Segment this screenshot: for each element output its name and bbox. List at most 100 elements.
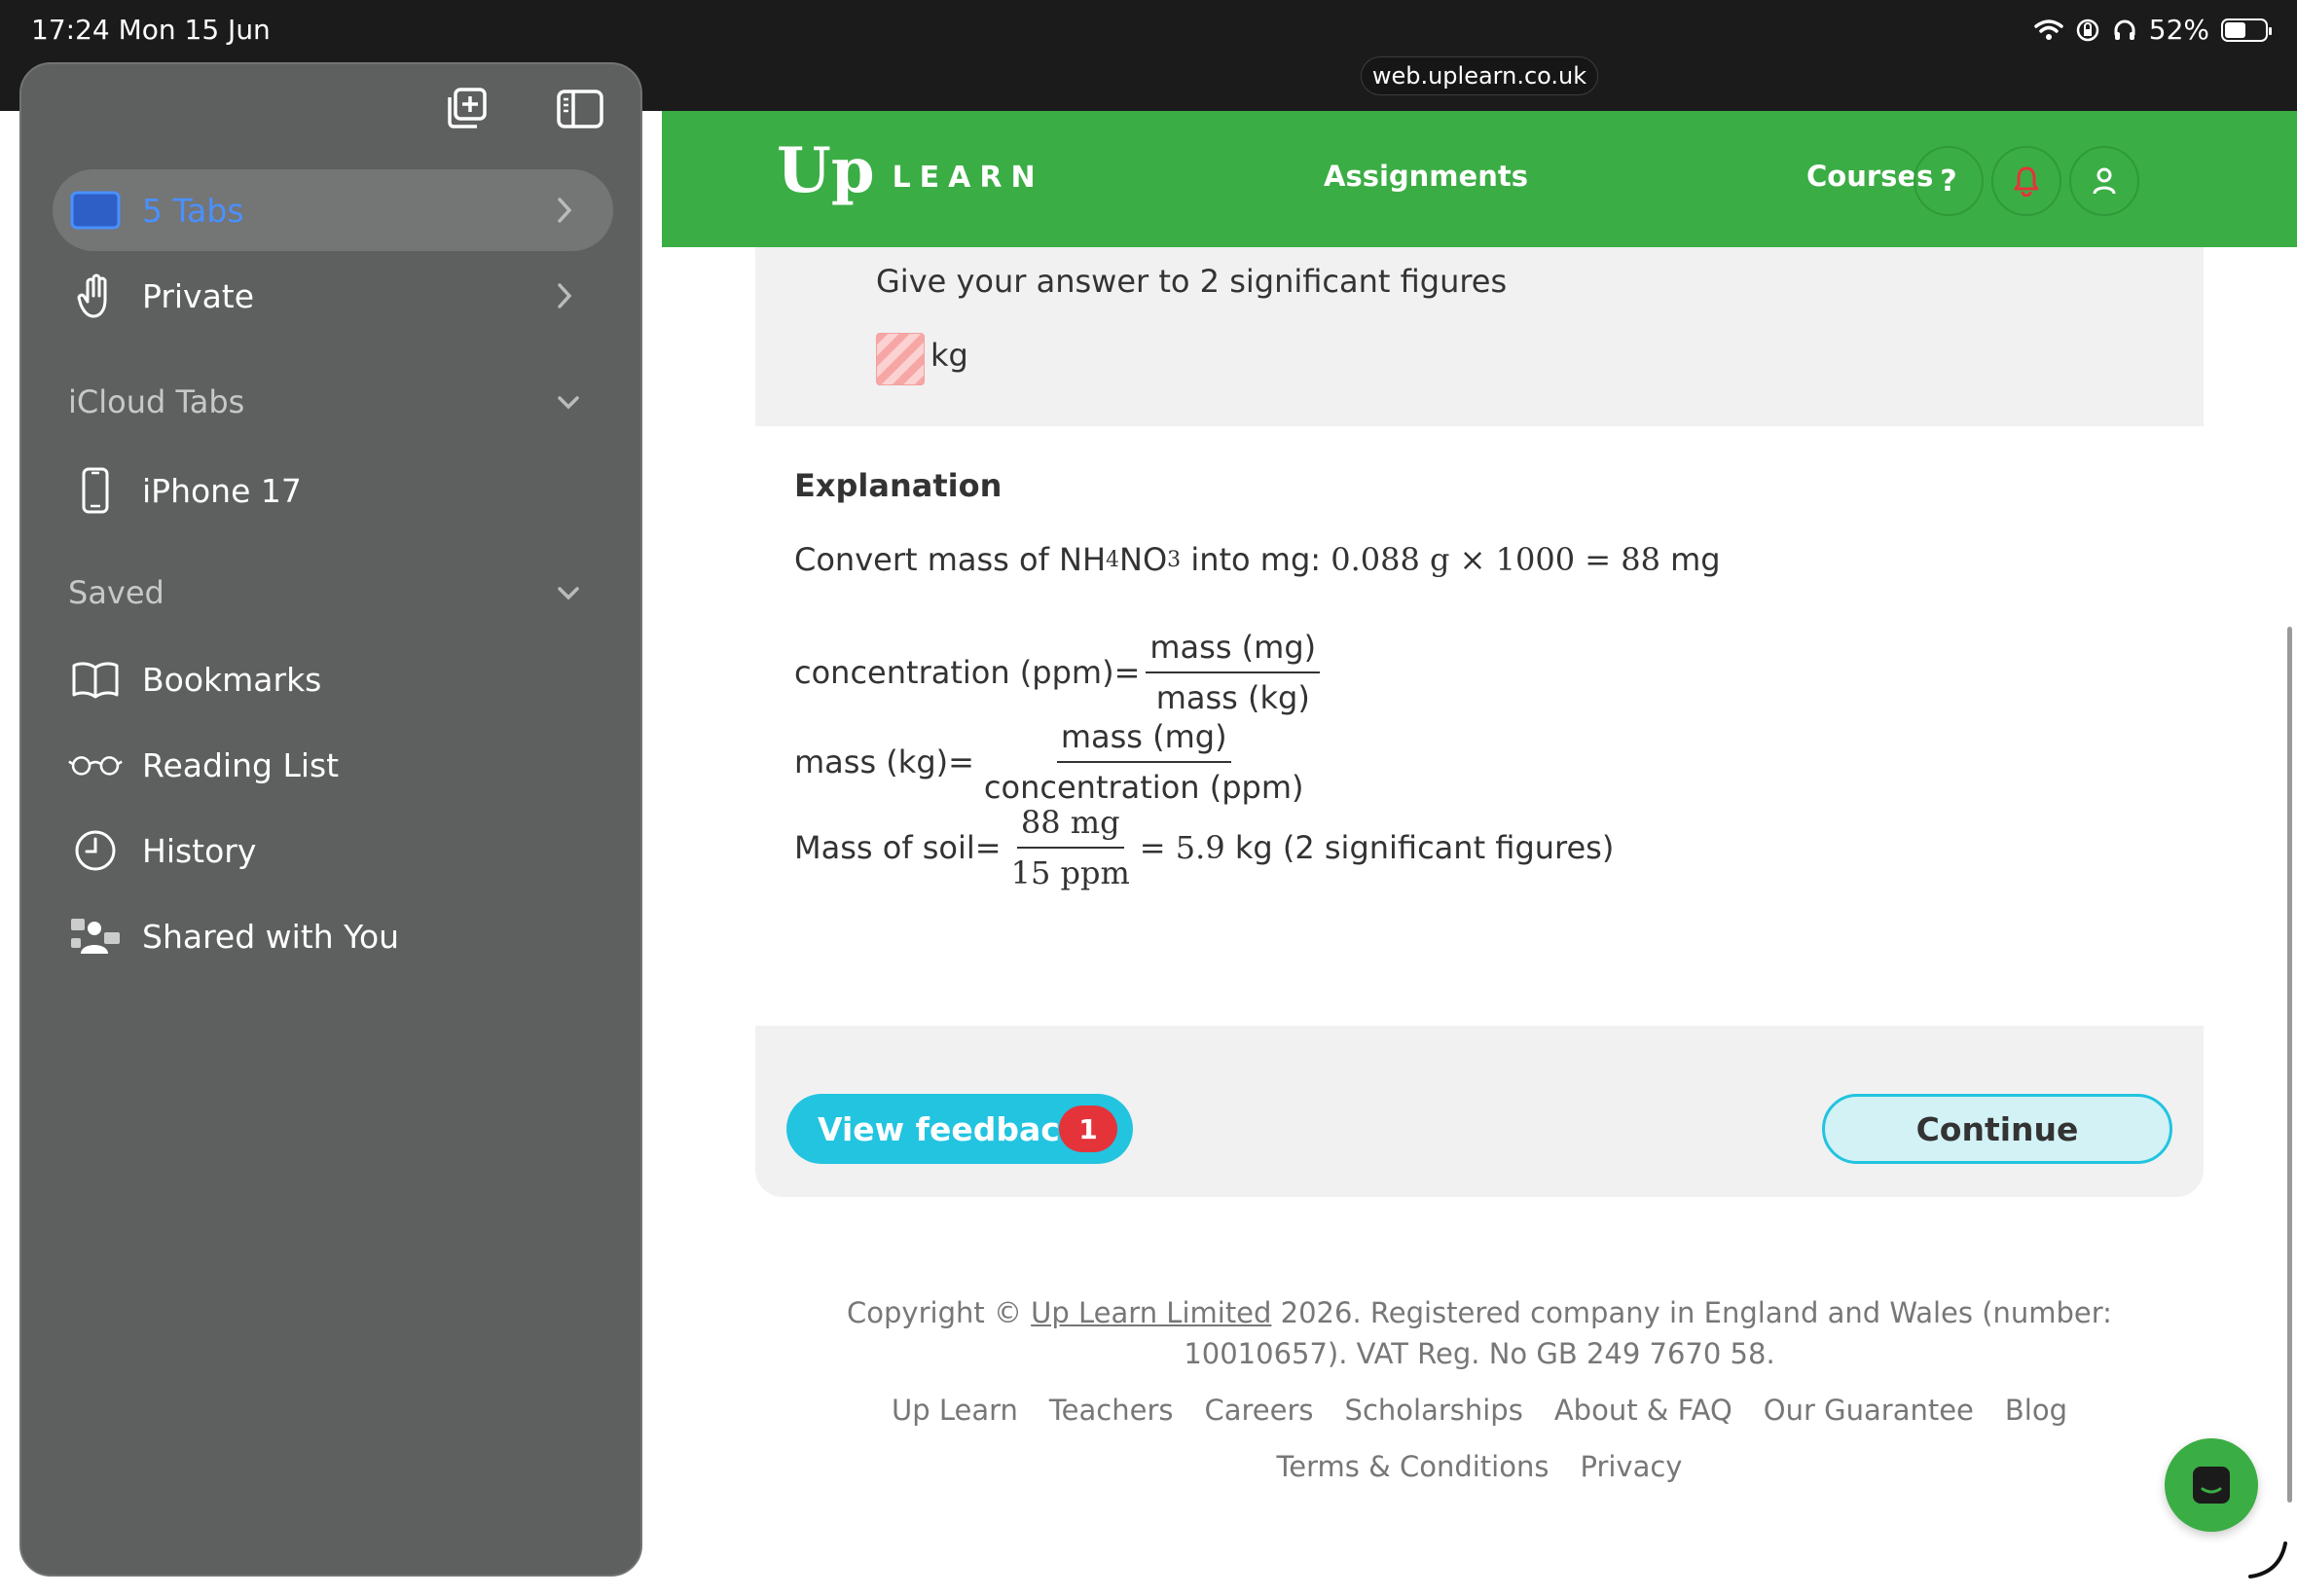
shared-with-you-label: Shared with You: [142, 917, 400, 956]
formula-subscript: 4: [1106, 547, 1120, 572]
explanation-section: Explanation Convert mass of NH 4 NO 3 into …: [755, 426, 2204, 1026]
sidebar-toolbar: [21, 64, 640, 162]
copyright-prefix: Copyright ©: [847, 1296, 1032, 1329]
help-button[interactable]: ?: [1914, 146, 1984, 216]
notifications-button[interactable]: [1991, 146, 2061, 216]
bell-icon: [2014, 166, 2039, 197]
footer-link-scholarships[interactable]: Scholarships: [1345, 1394, 1523, 1427]
explanation-line-convert: Convert mass of NH 4 NO 3 into mg: 0.088 g …: [794, 541, 1721, 578]
sidebar-item-bookmarks[interactable]: Bookmarks: [53, 638, 613, 720]
footer-link-up-learn[interactable]: Up Learn: [892, 1394, 1018, 1427]
action-bar: View feedback 1 Continue: [755, 1026, 2204, 1197]
nav-assignments[interactable]: Assignments: [1324, 160, 1528, 193]
chevron-right-icon: [558, 198, 572, 223]
fraction: mass (mg) mass (kg): [1146, 629, 1321, 716]
feedback-count-badge: 1: [1059, 1106, 1117, 1152]
footer-link-teachers[interactable]: Teachers: [1049, 1394, 1174, 1427]
formula-text: Convert mass of NH: [794, 541, 1107, 578]
status-time: 17:24 Mon 15 Jun: [31, 14, 271, 46]
history-label: History: [142, 831, 257, 870]
clock-icon: [68, 827, 123, 874]
user-icon: [2093, 167, 2116, 195]
sidebar-toggle-icon[interactable]: [555, 84, 605, 134]
fraction-denominator: 15 ppm: [1010, 854, 1130, 891]
formula-math: 0.088 g × 1000 = 88: [1331, 541, 1671, 578]
answer-panel: Give your answer to 2 significant figure…: [755, 247, 2204, 426]
icloud-tabs-header[interactable]: iCloud Tabs: [68, 383, 244, 420]
shared-with-you-icon: [68, 913, 123, 960]
formula-text: into mg:: [1181, 541, 1331, 578]
chevron-right-icon: [558, 283, 572, 308]
saved-header[interactable]: Saved: [68, 574, 164, 611]
wifi-icon: [2034, 18, 2063, 40]
formula-unit: mg: [1670, 541, 1721, 578]
copyright-rest: 2026. Registered company in England and …: [1184, 1296, 2112, 1370]
fraction-numerator: mass (mg): [1056, 718, 1231, 763]
tabs-icon: [68, 187, 123, 234]
sidebar-item-reading-list[interactable]: Reading List: [53, 724, 613, 806]
battery-percent: 52%: [2148, 14, 2209, 46]
fraction-denominator: mass (kg): [1155, 679, 1310, 716]
headphones-icon: [2114, 19, 2135, 40]
answer-instruction: Give your answer to 2 significant figure…: [876, 263, 1508, 300]
formula-result-text: kg (2 significant figures): [1234, 829, 1615, 866]
continue-button[interactable]: Continue: [1822, 1094, 2172, 1164]
safari-sidebar: 5 Tabs Private iCloud Tabs iPhone 17 Sav…: [19, 62, 642, 1577]
footer-link-privacy[interactable]: Privacy: [1580, 1450, 1682, 1483]
tabs-label: 5 Tabs: [142, 191, 244, 230]
fraction-denominator: concentration (ppm): [983, 769, 1304, 806]
copyright-text: Copyright © Up Learn Limited 2026. Regis…: [779, 1292, 2180, 1374]
chat-icon: [2193, 1467, 2230, 1504]
sidebar-item-shared[interactable]: Shared with You: [53, 895, 613, 977]
sidebar-item-iphone[interactable]: iPhone 17: [53, 450, 613, 531]
formula-math: = 5.9: [1139, 829, 1235, 866]
chevron-down-icon[interactable]: [555, 389, 582, 417]
reading-list-label: Reading List: [142, 745, 340, 784]
logo-learn: LEARN: [892, 161, 1044, 195]
logo-up: Up: [777, 134, 875, 207]
view-feedback-button[interactable]: View feedback 1: [786, 1094, 1133, 1164]
battery-icon: [2221, 18, 2272, 42]
sidebar-item-history[interactable]: History: [53, 810, 613, 891]
footer-link-about-faq[interactable]: About & FAQ: [1554, 1394, 1732, 1427]
private-label: Private: [142, 276, 255, 315]
answer-input-incorrect: [876, 333, 925, 385]
chevron-down-icon[interactable]: [555, 580, 582, 607]
up-learn-limited-link[interactable]: Up Learn Limited: [1031, 1296, 1271, 1329]
up-learn-logo[interactable]: Up LEARN: [777, 140, 1044, 202]
bookmarks-label: Bookmarks: [142, 660, 322, 699]
footer-link-terms[interactable]: Terms & Conditions: [1277, 1450, 1550, 1483]
explanation-title: Explanation: [794, 467, 1003, 504]
formula-lhs: mass (kg)=: [794, 744, 974, 780]
formula-text: NO: [1119, 541, 1168, 578]
formula-lhs: concentration (ppm)=: [794, 654, 1141, 691]
sidebar-item-private[interactable]: Private: [53, 255, 613, 337]
resize-corner-icon: [2248, 1542, 2287, 1578]
explanation-line-concentration: concentration (ppm)= mass (mg) mass (kg): [794, 629, 1326, 716]
view-feedback-label: View feedback: [818, 1109, 1081, 1148]
fraction-numerator: 88 mg: [1016, 804, 1124, 849]
footer-links: Up Learn Teachers Careers Scholarships A…: [779, 1394, 2180, 1427]
iphone-icon: [68, 467, 123, 514]
url-field[interactable]: web.uplearn.co.uk: [1361, 56, 1598, 95]
page-scrollbar[interactable]: [2287, 627, 2292, 1503]
fraction: mass (mg) concentration (ppm): [980, 718, 1308, 806]
account-button[interactable]: [2069, 146, 2139, 216]
explanation-line-result: Mass of soil= 88 mg 15 ppm = 5.9 kg (2 s…: [794, 804, 1614, 891]
footer-link-careers[interactable]: Careers: [1205, 1394, 1314, 1427]
footer-legal-links: Terms & Conditions Privacy: [779, 1450, 2180, 1483]
sidebar-item-tabs[interactable]: 5 Tabs: [53, 169, 613, 251]
hand-icon: [68, 272, 123, 319]
new-tab-group-icon[interactable]: [442, 84, 492, 134]
footer-link-blog[interactable]: Blog: [2005, 1394, 2067, 1427]
chat-launcher-button[interactable]: [2165, 1438, 2258, 1532]
fraction-numerator: mass (mg): [1146, 629, 1321, 673]
fraction: 88 mg 15 ppm: [1007, 804, 1134, 891]
footer-link-our-guarantee[interactable]: Our Guarantee: [1764, 1394, 1974, 1427]
iphone-label: iPhone 17: [142, 471, 302, 510]
formula-subscript: 3: [1167, 547, 1182, 572]
book-icon: [68, 656, 123, 703]
answer-unit: kg: [930, 337, 968, 374]
site-header: Up LEARN Assignments Courses ?: [662, 111, 2297, 247]
orientation-lock-icon: [2076, 18, 2099, 41]
